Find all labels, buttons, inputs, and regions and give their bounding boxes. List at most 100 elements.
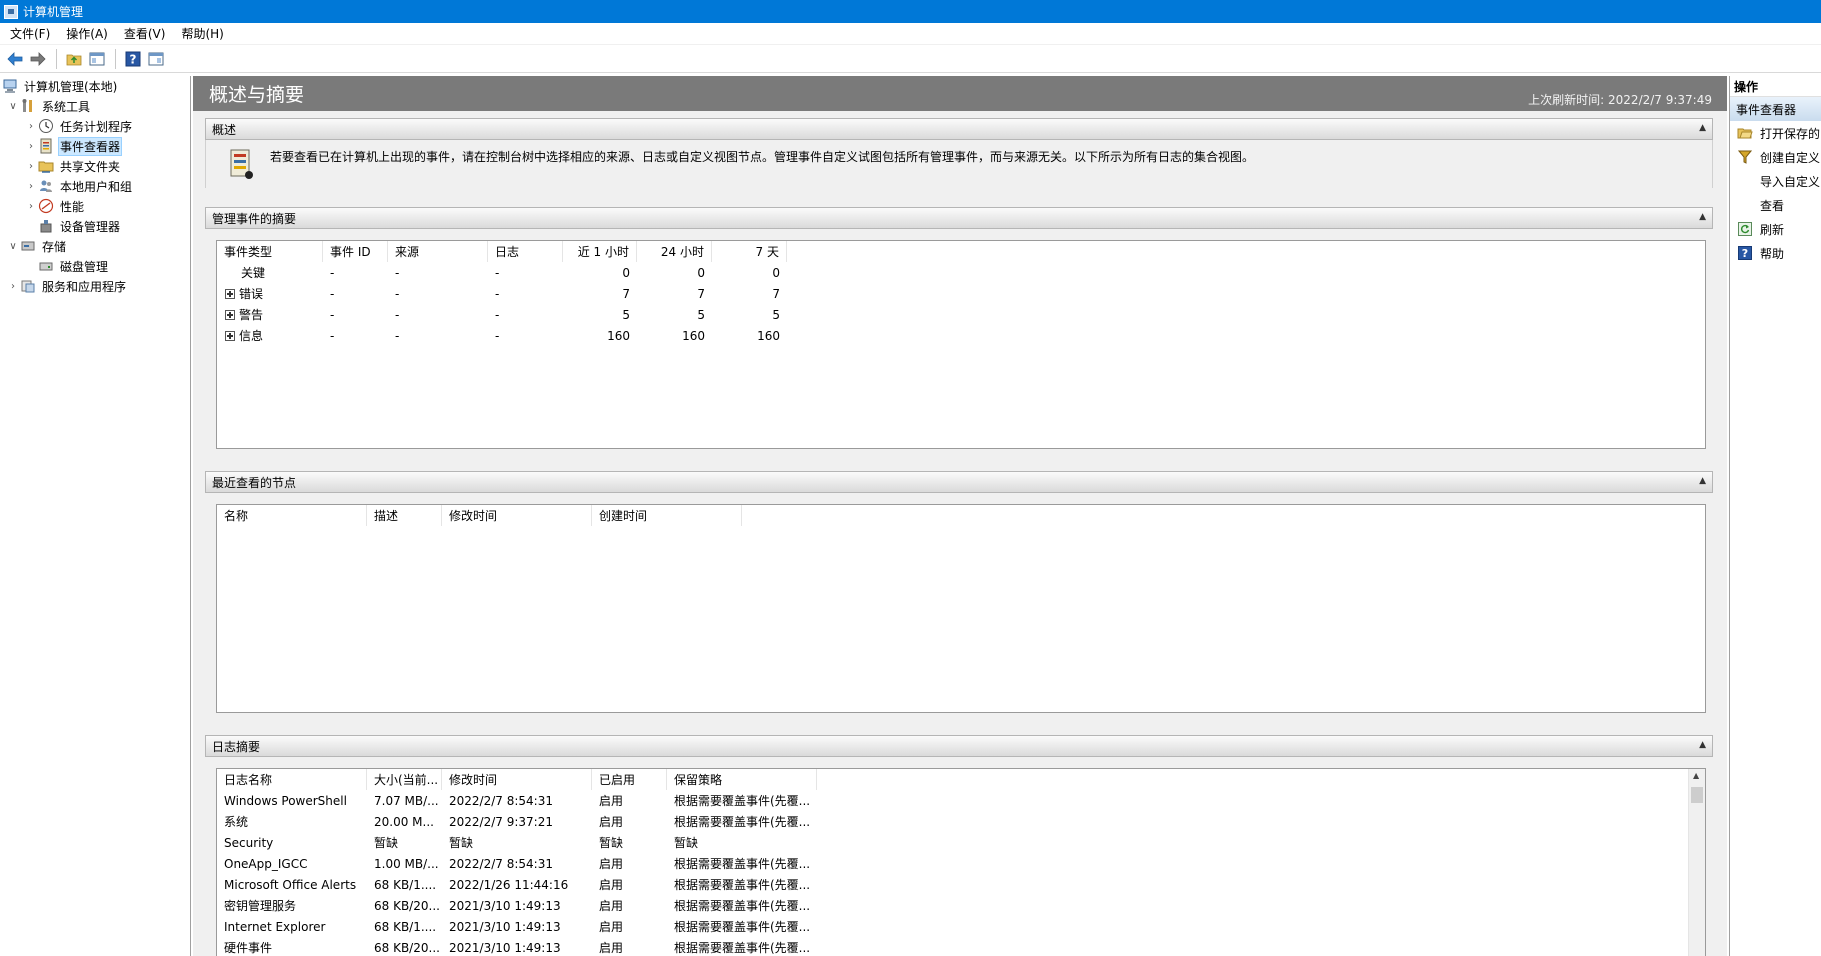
show-hide-tree-icon[interactable] xyxy=(86,48,108,70)
chevron-right-icon[interactable]: › xyxy=(24,141,38,152)
menu-bar: 文件(F) 操作(A) 查看(V) 帮助(H) xyxy=(0,23,1821,45)
tree-item-root[interactable]: 计算机管理(本地) xyxy=(0,76,190,96)
column-header[interactable]: 已启用 xyxy=(592,769,667,790)
retention-cell: 根据需要覆盖事件(先覆... xyxy=(674,899,811,913)
expand-icon[interactable] xyxy=(225,310,235,320)
tree-item-system-tools[interactable]: ∨ 系统工具 xyxy=(0,96,190,116)
tree-item-disk-management[interactable]: 磁盘管理 xyxy=(0,256,190,276)
action-create-custom-view[interactable]: 创建自定义 xyxy=(1730,145,1821,169)
log-name-cell: Security xyxy=(224,835,274,850)
recent-nodes-section-header[interactable]: 最近查看的节点 ▲ xyxy=(205,471,1713,493)
collapse-icon[interactable]: ▲ xyxy=(1699,212,1706,222)
admin-summary-grid: 事件类型 事件 ID 来源 日志 近 1 小时 24 小时 7 天 关键 - -… xyxy=(217,241,787,346)
event-viewer-icon xyxy=(38,138,54,154)
overview-body: 若要查看已在计算机上出现的事件，请在控制台树中选择相应的来源、日志或自定义视图节… xyxy=(205,140,1713,188)
menu-help[interactable]: 帮助(H) xyxy=(175,23,229,44)
log-size-cell: 68 KB/1.... xyxy=(374,919,437,934)
tree-label-system-tools: 系统工具 xyxy=(42,99,91,114)
action-view[interactable]: 查看 xyxy=(1730,193,1821,217)
action-help[interactable]: ? 帮助 xyxy=(1730,241,1821,265)
table-row[interactable]: 信息 - - - 160 160 160 xyxy=(217,325,787,346)
column-header[interactable]: 创建时间 xyxy=(592,505,742,526)
tree-item-event-viewer[interactable]: › 事件查看器 xyxy=(0,136,190,156)
count-1h-cell: 7 xyxy=(622,286,630,301)
column-header[interactable]: 名称 xyxy=(217,505,367,526)
up-folder-icon[interactable] xyxy=(63,48,85,70)
empty-icon-slot xyxy=(1736,197,1754,213)
tree-item-device-manager[interactable]: 设备管理器 xyxy=(0,216,190,236)
table-row[interactable]: 密钥管理服务 68 KB/20... 2021/3/10 1:49:13 启用 … xyxy=(217,895,817,916)
log-name-cell: 密钥管理服务 xyxy=(224,899,297,913)
column-header[interactable]: 日志名称 xyxy=(217,769,367,790)
action-open-saved-log[interactable]: 打开保存的 xyxy=(1730,121,1821,145)
table-row[interactable]: 关键 - - - 0 0 0 xyxy=(217,262,787,283)
column-header[interactable]: 日志 xyxy=(488,241,563,262)
actions-subtitle[interactable]: 事件查看器 xyxy=(1730,97,1821,121)
tree-item-shared-folders[interactable]: › 共享文件夹 xyxy=(0,156,190,176)
table-row[interactable]: Microsoft Office Alerts 68 KB/1.... 2022… xyxy=(217,874,817,895)
column-header[interactable]: 24 小时 xyxy=(637,241,712,262)
vertical-scrollbar[interactable]: ▲ xyxy=(1688,769,1705,956)
column-header[interactable]: 7 天 xyxy=(712,241,787,262)
column-header[interactable]: 大小(当前... xyxy=(367,769,442,790)
collapse-icon[interactable]: ▲ xyxy=(1699,123,1706,133)
log-summary-table: 日志名称 大小(当前... 修改时间 已启用 保留策略 Windows Powe… xyxy=(216,768,1706,956)
expand-icon[interactable] xyxy=(225,331,235,341)
tree-item-storage[interactable]: ∨ 存储 xyxy=(0,236,190,256)
table-row[interactable]: OneApp_IGCC 1.00 MB/... 2022/2/7 8:54:31… xyxy=(217,853,817,874)
table-row[interactable]: 错误 - - - 7 7 7 xyxy=(217,283,787,304)
table-row[interactable]: 警告 - - - 5 5 5 xyxy=(217,304,787,325)
scroll-thumb[interactable] xyxy=(1691,787,1703,803)
action-refresh[interactable]: 刷新 xyxy=(1730,217,1821,241)
column-header[interactable]: 近 1 小时 xyxy=(563,241,637,262)
back-icon[interactable] xyxy=(4,48,26,70)
chevron-right-icon[interactable]: › xyxy=(6,281,20,292)
action-import-custom-view[interactable]: 导入自定义 xyxy=(1730,169,1821,193)
admin-summary-section-header[interactable]: 管理事件的摘要 ▲ xyxy=(205,207,1713,229)
forward-icon[interactable] xyxy=(27,48,49,70)
enabled-cell: 启用 xyxy=(599,920,624,934)
overview-title: 概述 xyxy=(212,122,237,137)
table-row[interactable]: Windows PowerShell 7.07 MB/... 2022/2/7 … xyxy=(217,790,817,811)
menu-view[interactable]: 查看(V) xyxy=(118,23,172,44)
collapse-icon[interactable]: ▲ xyxy=(1699,740,1706,750)
log-summary-section-header[interactable]: 日志摘要 ▲ xyxy=(205,735,1713,757)
tree-item-task-scheduler[interactable]: › 任务计划程序 xyxy=(0,116,190,136)
table-row[interactable]: Security 暂缺 暂缺 暂缺 暂缺 xyxy=(217,832,817,853)
retention-cell: 根据需要覆盖事件(先覆... xyxy=(674,857,811,871)
show-hide-action-pane-icon[interactable] xyxy=(145,48,167,70)
column-header[interactable]: 修改时间 xyxy=(442,505,592,526)
scroll-up-icon[interactable]: ▲ xyxy=(1693,771,1699,780)
menu-file[interactable]: 文件(F) xyxy=(4,23,56,44)
tree-item-services-apps[interactable]: › 服务和应用程序 xyxy=(0,276,190,296)
tree-item-performance[interactable]: › 性能 xyxy=(0,196,190,216)
collapse-icon[interactable]: ▲ xyxy=(1699,476,1706,486)
column-header[interactable]: 来源 xyxy=(388,241,488,262)
column-header[interactable]: 事件类型 xyxy=(217,241,323,262)
column-header[interactable]: 事件 ID xyxy=(323,241,388,262)
column-header[interactable]: 描述 xyxy=(367,505,442,526)
enabled-cell: 启用 xyxy=(599,899,624,913)
column-header[interactable]: 保留策略 xyxy=(667,769,817,790)
chevron-right-icon[interactable]: › xyxy=(24,181,38,192)
help-icon[interactable]: ? xyxy=(122,48,144,70)
modified-cell: 2022/2/7 8:54:31 xyxy=(449,793,553,808)
tree-item-local-users[interactable]: › 本地用户和组 xyxy=(0,176,190,196)
table-row[interactable]: 硬件事件 68 KB/20... 2021/3/10 1:49:13 启用 根据… xyxy=(217,937,817,956)
action-label: 导入自定义 xyxy=(1760,174,1821,189)
count-24h-cell: 7 xyxy=(697,286,705,301)
chevron-down-icon[interactable]: ∨ xyxy=(6,241,20,252)
expand-icon[interactable] xyxy=(225,289,235,299)
source-cell: - xyxy=(395,328,400,343)
chevron-right-icon[interactable]: › xyxy=(24,201,38,212)
count-1h-cell: 0 xyxy=(622,265,630,280)
chevron-down-icon[interactable]: ∨ xyxy=(6,101,20,112)
menu-action[interactable]: 操作(A) xyxy=(60,23,114,44)
chevron-right-icon[interactable]: › xyxy=(24,161,38,172)
overview-section-header[interactable]: 概述 ▲ xyxy=(205,118,1713,140)
table-row[interactable]: 系统 20.00 M... 2022/2/7 9:37:21 启用 根据需要覆盖… xyxy=(217,811,817,832)
table-row[interactable]: Internet Explorer 68 KB/1.... 2021/3/10 … xyxy=(217,916,817,937)
admin-summary-table: 事件类型 事件 ID 来源 日志 近 1 小时 24 小时 7 天 关键 - -… xyxy=(216,240,1706,449)
chevron-right-icon[interactable]: › xyxy=(24,121,38,132)
column-header[interactable]: 修改时间 xyxy=(442,769,592,790)
